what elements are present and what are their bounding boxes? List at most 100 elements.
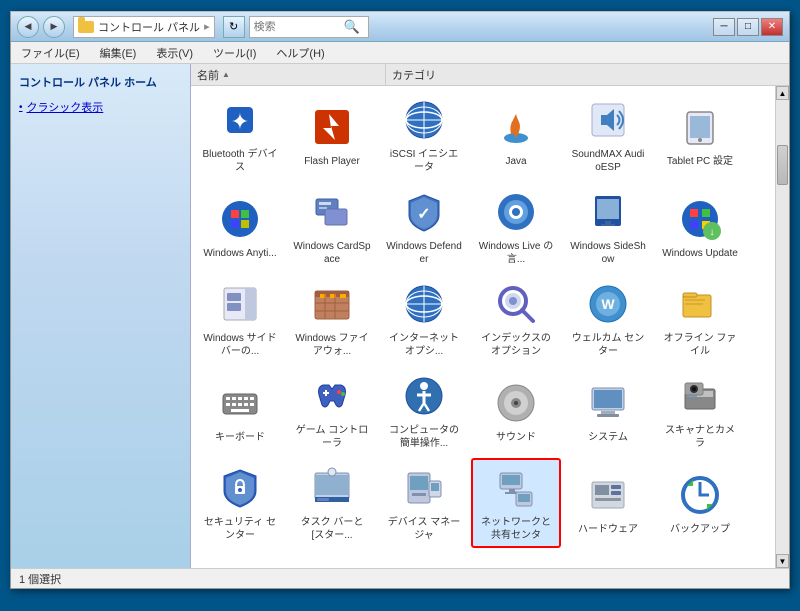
- svg-text:✦: ✦: [231, 109, 249, 134]
- sidebar-icon: [219, 283, 261, 325]
- device-label: デバイス マネージャ: [385, 516, 463, 542]
- security-label: セキュリティ センター: [201, 516, 279, 542]
- firewall-icon: [311, 283, 353, 325]
- sort-arrow: ▲: [222, 70, 230, 79]
- icon-hardware[interactable]: ハードウェア: [563, 458, 653, 548]
- sideshow-label: Windows SideShow: [569, 240, 647, 266]
- menu-edit[interactable]: 編集(E): [94, 43, 143, 63]
- backup-icon: [679, 474, 721, 516]
- soundmax-label: SoundMAX AudioESP: [569, 148, 647, 174]
- icon-welcome[interactable]: W ウェルカム センター: [563, 274, 653, 364]
- icon-printer[interactable]: プリンタ: [471, 550, 561, 568]
- icon-program[interactable]: プログラムと: [563, 550, 653, 568]
- icon-performance[interactable]: パフォーマン: [195, 550, 285, 568]
- tablet-label: Tablet PC 設定: [667, 155, 733, 168]
- ease-icon: [403, 375, 445, 417]
- iscsi-label: iSCSI イニシエータ: [385, 148, 463, 174]
- icon-keyboard[interactable]: キーボード: [195, 366, 285, 456]
- icon-offline[interactable]: オフライン ファイル: [655, 274, 745, 364]
- address-arrow: ▸: [204, 20, 210, 33]
- icon-cardspace[interactable]: Windows CardSpace: [287, 182, 377, 272]
- scroll-thumb[interactable]: [777, 145, 788, 185]
- maximize-button[interactable]: □: [737, 18, 759, 36]
- menu-view[interactable]: 表示(V): [150, 43, 199, 63]
- network-icon: [495, 467, 537, 509]
- window-controls: ─ □ ✕: [713, 18, 783, 36]
- icon-game[interactable]: ゲーム コントローラ: [287, 366, 377, 456]
- defender-label: Windows Defender: [385, 240, 463, 266]
- update-icon: ↓: [679, 198, 721, 240]
- scrollbar[interactable]: ▲ ▼: [775, 86, 789, 568]
- icon-java[interactable]: Java: [471, 90, 561, 180]
- sidebar: コントロール パネル ホーム • クラシック表示: [11, 64, 191, 568]
- sound-label: サウンド: [496, 431, 536, 444]
- refresh-button[interactable]: ↻: [223, 16, 245, 38]
- icon-security[interactable]: セキュリティ センター: [195, 458, 285, 548]
- forward-button[interactable]: ▶: [43, 16, 65, 38]
- menu-tools[interactable]: ツール(I): [207, 43, 262, 63]
- icon-font[interactable]: A a フォント: [379, 550, 469, 568]
- svg-text:✓: ✓: [417, 206, 430, 223]
- bluetooth-label: Bluetooth デバイス: [201, 148, 279, 174]
- windows-live-label: Windows Live の言...: [477, 240, 555, 266]
- sidebar-link-classic[interactable]: • クラシック表示: [19, 98, 182, 116]
- icon-sound[interactable]: サウンド: [471, 366, 561, 456]
- sound-icon: [495, 382, 537, 424]
- icon-folder-opts[interactable]: フォルダ オ: [287, 550, 377, 568]
- security-icon: [219, 467, 261, 509]
- windows-live-icon: [495, 191, 537, 233]
- icon-taskbar[interactable]: タスク バーと [スター...: [287, 458, 377, 548]
- col-category[interactable]: カテゴリ: [386, 64, 789, 85]
- offline-icon: [679, 283, 721, 325]
- soundmax-icon: [587, 99, 629, 141]
- menu-help[interactable]: ヘルプ(H): [270, 43, 330, 63]
- icon-sideshow[interactable]: Windows SideShow: [563, 182, 653, 272]
- icon-soundmax[interactable]: SoundMAX AudioESP: [563, 90, 653, 180]
- icon-device[interactable]: デバイス マネージャ: [379, 458, 469, 548]
- scanner-icon: [679, 375, 721, 417]
- hardware-icon: [587, 474, 629, 516]
- icon-windows-anyi[interactable]: Windows Anyti...: [195, 182, 285, 272]
- icon-backup[interactable]: バックアップ: [655, 458, 745, 548]
- icon-flash[interactable]: Flash Player: [287, 90, 377, 180]
- search-input[interactable]: [254, 21, 344, 33]
- icon-index[interactable]: インデックスのオプション: [471, 274, 561, 364]
- internet-label: インターネット オプシ...: [385, 332, 463, 358]
- column-header: 名前 ▲ カテゴリ: [191, 64, 789, 86]
- ease-label: コンピュータの簡単操作...: [385, 424, 463, 450]
- icon-ease[interactable]: コンピュータの簡単操作...: [379, 366, 469, 456]
- keyboard-label: キーボード: [215, 431, 265, 444]
- scroll-down[interactable]: ▼: [776, 554, 789, 568]
- col-name[interactable]: 名前 ▲: [191, 64, 386, 85]
- status-bar: 1 個選択: [11, 568, 789, 588]
- icon-update[interactable]: ↓ Windows Update: [655, 182, 745, 272]
- icon-internet[interactable]: インターネット オプシ...: [379, 274, 469, 364]
- search-bar[interactable]: 🔍: [249, 16, 369, 38]
- title-bar-left: ◀ ▶ コントロール パネル ▸ ↻ 🔍: [17, 16, 369, 38]
- icons-container[interactable]: ✦ Bluetooth デバイス: [191, 86, 775, 568]
- icon-network[interactable]: ネットワークと共有センタ: [471, 458, 561, 548]
- game-label: ゲーム コントローラ: [293, 424, 371, 450]
- icon-defender[interactable]: ✓ Windows Defender: [379, 182, 469, 272]
- index-label: インデックスのオプション: [477, 332, 555, 358]
- scroll-up[interactable]: ▲: [776, 86, 789, 100]
- icon-tablet[interactable]: Tablet PC 設定: [655, 90, 745, 180]
- sidebar-title: コントロール パネル ホーム: [19, 74, 182, 90]
- icon-system[interactable]: システム: [563, 366, 653, 456]
- icon-windows-live[interactable]: Windows Live の言...: [471, 182, 561, 272]
- icon-iscsi[interactable]: iSCSI イニシエータ: [379, 90, 469, 180]
- icon-firewall[interactable]: Windows ファイアウォ...: [287, 274, 377, 364]
- search-icon[interactable]: 🔍: [344, 19, 360, 35]
- scanner-label: スキャナとカメラ: [661, 424, 739, 450]
- minimize-button[interactable]: ─: [713, 18, 735, 36]
- address-bar[interactable]: コントロール パネル ▸: [73, 16, 215, 38]
- system-icon: [587, 382, 629, 424]
- bluetooth-icon: ✦: [219, 99, 261, 141]
- close-button[interactable]: ✕: [761, 18, 783, 36]
- back-button[interactable]: ◀: [17, 16, 39, 38]
- icon-sidebar[interactable]: Windows サイドバーの...: [195, 274, 285, 364]
- welcome-icon: W: [587, 283, 629, 325]
- icon-scanner[interactable]: スキャナとカメラ: [655, 366, 745, 456]
- menu-file[interactable]: ファイル(E): [15, 43, 86, 63]
- icon-bluetooth[interactable]: ✦ Bluetooth デバイス: [195, 90, 285, 180]
